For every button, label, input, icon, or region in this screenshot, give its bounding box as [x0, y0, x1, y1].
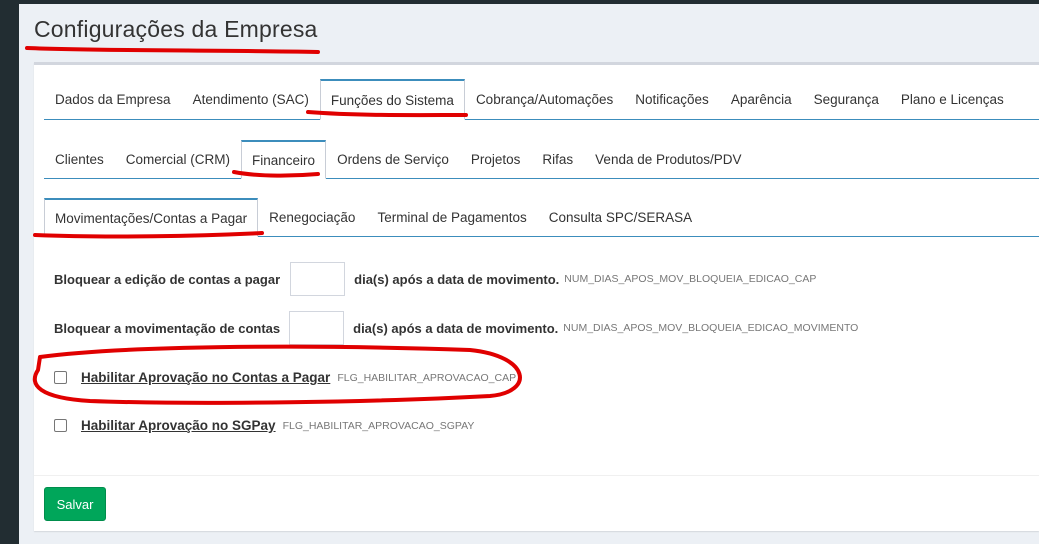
tab-notificacoes[interactable]: Notificações	[624, 79, 720, 119]
tabs-financeiro: Movimentações/Contas a Pagar Renegociaçã…	[44, 198, 1039, 237]
bloqueio-edicao-input[interactable]	[290, 262, 346, 296]
tab-label: Cobrança/Automações	[475, 92, 614, 107]
tab-renegociacao[interactable]: Renegociação	[258, 198, 366, 236]
bloqueio-edicao-suffix: dia(s) após a data de movimento.	[354, 271, 560, 287]
sidebar	[0, 0, 19, 544]
tab-funcoes-do-sistema[interactable]: Funções do Sistema	[319, 79, 465, 120]
tab-label: Clientes	[55, 152, 104, 167]
tab-label: Renegociação	[269, 210, 356, 225]
settings-panel: Dados da Empresa Atendimento (SAC) Funçõ…	[34, 62, 1039, 531]
page-title: Configurações da Empresa	[34, 16, 318, 42]
tab-dados-da-empresa[interactable]: Dados da Empresa	[44, 79, 182, 119]
tab-label: Terminal de Pagamentos	[377, 210, 527, 225]
tab-clientes[interactable]: Clientes	[44, 140, 115, 178]
tab-venda-de-produtos-pdv[interactable]: Venda de Produtos/PDV	[584, 140, 752, 178]
tab-terminal-de-pagamentos[interactable]: Terminal de Pagamentos	[366, 198, 537, 236]
tab-aparencia[interactable]: Aparência	[720, 79, 803, 119]
tab-ordens-de-servico[interactable]: Ordens de Serviço	[326, 140, 460, 178]
box-footer-divider	[34, 475, 1039, 476]
tab-label: Ordens de Serviço	[337, 152, 449, 167]
bloqueio-movimentacao-input[interactable]	[289, 311, 345, 345]
tab-label: Funções do Sistema	[330, 92, 454, 108]
tab-plano-e-licencas[interactable]: Plano e Licenças	[890, 79, 1015, 119]
bloqueio-edicao-label: Bloquear a edição de contas a pagar	[54, 271, 281, 287]
aprovacao-sgpay-checkbox[interactable]	[54, 419, 67, 432]
tab-label: Segurança	[813, 92, 879, 107]
aprovacao-cap-label[interactable]: Habilitar Aprovação no Contas a Pagar	[81, 370, 330, 385]
tab-label: Venda de Produtos/PDV	[595, 152, 742, 167]
tab-movimentacoes-contas-a-pagar[interactable]: Movimentações/Contas a Pagar	[44, 198, 259, 237]
tab-rifas[interactable]: Rifas	[531, 140, 584, 178]
tab-financeiro[interactable]: Financeiro	[241, 140, 327, 179]
tab-label: Rifas	[542, 152, 574, 167]
row-aprovacao-cap: Habilitar Aprovação no Contas a Pagar FL…	[54, 370, 516, 385]
tabs-functions: Clientes Comercial (CRM) Financeiro Orde…	[44, 140, 1039, 179]
tab-label: Dados da Empresa	[55, 92, 171, 107]
aprovacao-cap-key: FLG_HABILITAR_APROVACAO_CAP	[337, 371, 517, 384]
tab-projetos[interactable]: Projetos	[460, 140, 532, 178]
row-bloqueio-movimentacao: Bloquear a movimentação de contas dia(s)…	[54, 311, 858, 345]
tab-label: Aparência	[730, 92, 792, 107]
tab-label: Movimentações/Contas a Pagar	[55, 210, 248, 226]
row-aprovacao-sgpay: Habilitar Aprovação no SGPay FLG_HABILIT…	[54, 418, 474, 433]
tab-label: Plano e Licenças	[900, 92, 1004, 107]
tab-comercial-crm[interactable]: Comercial (CRM)	[115, 140, 241, 178]
aprovacao-cap-checkbox[interactable]	[54, 371, 67, 384]
tab-atendimento-sac[interactable]: Atendimento (SAC)	[182, 79, 320, 119]
annotation-underline-title	[25, 46, 320, 54]
tabs-main: Dados da Empresa Atendimento (SAC) Funçõ…	[44, 79, 1039, 120]
tab-cobranca-automacoes[interactable]: Cobrança/Automações	[465, 79, 624, 119]
aprovacao-sgpay-key: FLG_HABILITAR_APROVACAO_SGPAY	[282, 419, 475, 432]
tab-seguranca[interactable]: Segurança	[803, 79, 890, 119]
tab-label: Comercial (CRM)	[125, 152, 231, 167]
tab-label: Financeiro	[252, 152, 316, 168]
tab-label: Atendimento (SAC)	[192, 92, 309, 107]
tab-label: Notificações	[635, 92, 709, 107]
tab-label: Consulta SPC/SERASA	[548, 210, 693, 225]
bloqueio-movimentacao-suffix: dia(s) após a data de movimento.	[353, 320, 559, 336]
row-bloqueio-edicao: Bloquear a edição de contas a pagar dia(…	[54, 262, 816, 296]
bloqueio-movimentacao-label: Bloquear a movimentação de contas	[54, 320, 281, 336]
bloqueio-edicao-key: NUM_DIAS_APOS_MOV_BLOQUEIA_EDICAO_CAP	[564, 273, 817, 285]
aprovacao-sgpay-label[interactable]: Habilitar Aprovação no SGPay	[81, 418, 276, 433]
tab-label: Projetos	[470, 152, 521, 167]
tab-consulta-spc-serasa[interactable]: Consulta SPC/SERASA	[538, 198, 703, 236]
save-button[interactable]: Salvar	[44, 487, 106, 521]
top-navbar	[0, 0, 1039, 4]
bloqueio-movimentacao-key: NUM_DIAS_APOS_MOV_BLOQUEIA_EDICAO_MOVIME…	[563, 322, 859, 334]
